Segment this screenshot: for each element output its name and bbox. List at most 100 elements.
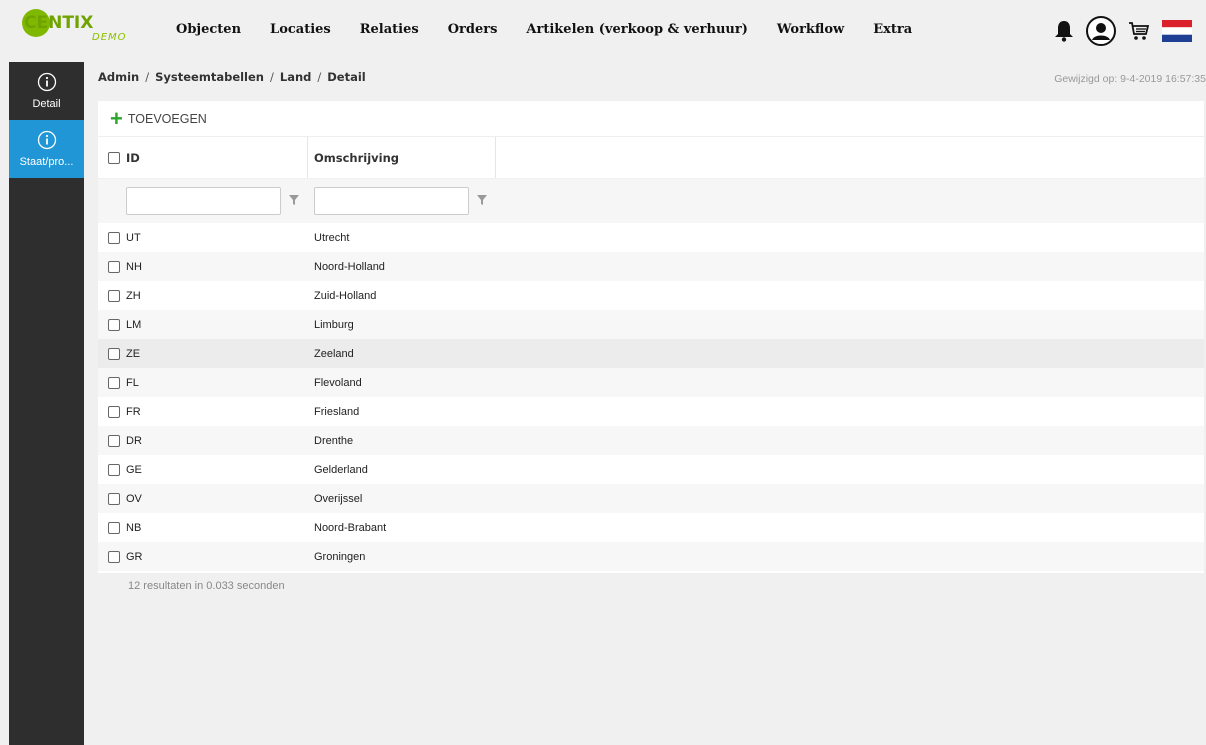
add-button-label: TOEVOEGEN	[127, 111, 207, 126]
bell-icon[interactable]	[1054, 20, 1074, 42]
cart-icon[interactable]	[1128, 20, 1150, 42]
info-icon	[37, 72, 57, 95]
row-checkbox[interactable]	[108, 434, 120, 447]
table-row[interactable]: GE Gelderland	[98, 455, 1204, 484]
column-label-id[interactable]: ID	[126, 151, 140, 165]
cell-id: ZH	[126, 289, 141, 302]
cell-desc: Drenthe	[314, 434, 354, 447]
cell-desc: Zeeland	[314, 347, 354, 360]
filter-row	[98, 179, 1204, 223]
top-navbar: CENTIX DEMO Objecten Locaties Relaties O…	[0, 0, 1206, 62]
nav-relaties[interactable]: Relaties	[360, 22, 419, 37]
cell-desc: Friesland	[314, 405, 360, 418]
row-checkbox[interactable]	[108, 405, 120, 418]
table-body: UT Utrecht NH Noord-Holland ZH Zuid-Holland…	[98, 223, 1204, 571]
cell-id: NB	[126, 521, 142, 534]
sidebar-item-staat[interactable]: Staat/pro...	[9, 120, 84, 178]
logo-demo-label: DEMO	[92, 32, 127, 43]
filter-icon[interactable]	[289, 194, 299, 208]
breadcrumb-land[interactable]: Land	[280, 70, 312, 84]
table-row[interactable]: DR Drenthe	[98, 426, 1204, 455]
centix-logo[interactable]: CENTIX DEMO	[22, 8, 142, 52]
nav-extra[interactable]: Extra	[873, 22, 912, 37]
column-label-omschrijving[interactable]: Omschrijving	[314, 151, 399, 165]
cell-desc: Overijssel	[314, 492, 363, 505]
column-header-omschrijving: Omschrijving	[308, 137, 496, 178]
flag-nl-icon[interactable]	[1162, 20, 1192, 42]
select-all-checkbox[interactable]	[108, 151, 120, 164]
sidebar-item-label: Detail	[32, 98, 61, 110]
row-checkbox[interactable]	[108, 260, 120, 273]
nav-icons	[1042, 16, 1192, 46]
main-nav: Objecten Locaties Relaties Orders Artike…	[176, 22, 941, 37]
nav-workflow[interactable]: Workflow	[777, 22, 844, 37]
breadcrumb-admin[interactable]: Admin	[98, 70, 139, 84]
breadcrumb-separator: /	[317, 70, 322, 84]
breadcrumb: Admin / Systeemtabellen / Land / Detail	[98, 70, 366, 84]
filter-cell-id	[98, 187, 308, 215]
sidebar-item-label: Staat/pro...	[19, 156, 74, 168]
filter-input-id[interactable]	[126, 187, 281, 215]
table-row[interactable]: UT Utrecht	[98, 223, 1204, 252]
cell-id: DR	[126, 434, 142, 447]
row-checkbox[interactable]	[108, 318, 120, 331]
table-row[interactable]: NB Noord-Brabant	[98, 513, 1204, 542]
filter-input-omschrijving[interactable]	[314, 187, 469, 215]
nav-orders[interactable]: Orders	[448, 22, 498, 37]
cell-id: GR	[126, 550, 143, 563]
row-checkbox[interactable]	[108, 347, 120, 360]
breadcrumb-systeemtabellen[interactable]: Systeemtabellen	[155, 70, 264, 84]
cell-id: LM	[126, 318, 142, 331]
add-button[interactable]: + TOEVOEGEN	[110, 105, 207, 131]
cell-id: NH	[126, 260, 142, 273]
filter-icon[interactable]	[477, 194, 487, 208]
table-row[interactable]: ZE Zeeland	[98, 339, 1204, 368]
logo-text: CENTIX	[24, 13, 94, 33]
row-checkbox[interactable]	[108, 376, 120, 389]
row-checkbox[interactable]	[108, 231, 120, 244]
plus-icon: +	[110, 105, 123, 131]
row-checkbox[interactable]	[108, 550, 120, 563]
column-header-id: ID	[98, 137, 308, 178]
table-row[interactable]: GR Groningen	[98, 542, 1204, 571]
breadcrumb-separator: /	[270, 70, 274, 84]
breadcrumb-detail: Detail	[327, 70, 366, 84]
cell-id: GE	[126, 463, 142, 476]
row-checkbox[interactable]	[108, 463, 120, 476]
filter-cell-omschrijving	[308, 187, 487, 215]
sidebar-item-detail[interactable]: Detail	[9, 62, 84, 120]
table-row[interactable]: ZH Zuid-Holland	[98, 281, 1204, 310]
nav-locaties[interactable]: Locaties	[270, 22, 331, 37]
sidebar: Detail Staat/pro...	[9, 62, 84, 745]
cell-desc: Limburg	[314, 318, 354, 331]
result-count: 12 resultaten in 0.033 seconden	[128, 580, 285, 592]
grid-toolbar: + TOEVOEGEN	[98, 101, 1204, 137]
cell-id: UT	[126, 231, 141, 244]
cell-desc: Zuid-Holland	[314, 289, 377, 302]
row-checkbox[interactable]	[108, 289, 120, 302]
table-row[interactable]: LM Limburg	[98, 310, 1204, 339]
row-checkbox[interactable]	[108, 492, 120, 505]
grid-panel: + TOEVOEGEN ID Omschrijving UT Utrecht NH…	[98, 101, 1204, 573]
cell-desc: Flevoland	[314, 376, 362, 389]
cell-desc: Gelderland	[314, 463, 368, 476]
cell-desc: Groningen	[314, 550, 366, 563]
table-row[interactable]: FL Flevoland	[98, 368, 1204, 397]
nav-artikelen[interactable]: Artikelen (verkoop & verhuur)	[526, 22, 747, 37]
cell-id: ZE	[126, 347, 141, 360]
info-icon	[37, 130, 57, 153]
cell-desc: Noord-Brabant	[314, 521, 387, 534]
breadcrumb-separator: /	[145, 70, 150, 84]
table-header: ID Omschrijving	[98, 137, 1204, 179]
table-row[interactable]: NH Noord-Holland	[98, 252, 1204, 281]
table-row[interactable]: OV Overijssel	[98, 484, 1204, 513]
user-icon[interactable]	[1086, 16, 1116, 46]
cell-id: FR	[126, 405, 141, 418]
table-row[interactable]: FR Friesland	[98, 397, 1204, 426]
cell-desc: Noord-Holland	[314, 260, 385, 273]
cell-desc: Utrecht	[314, 231, 350, 244]
row-checkbox[interactable]	[108, 521, 120, 534]
cell-id: OV	[126, 492, 142, 505]
nav-objecten[interactable]: Objecten	[176, 22, 241, 37]
cell-id: FL	[126, 376, 139, 389]
